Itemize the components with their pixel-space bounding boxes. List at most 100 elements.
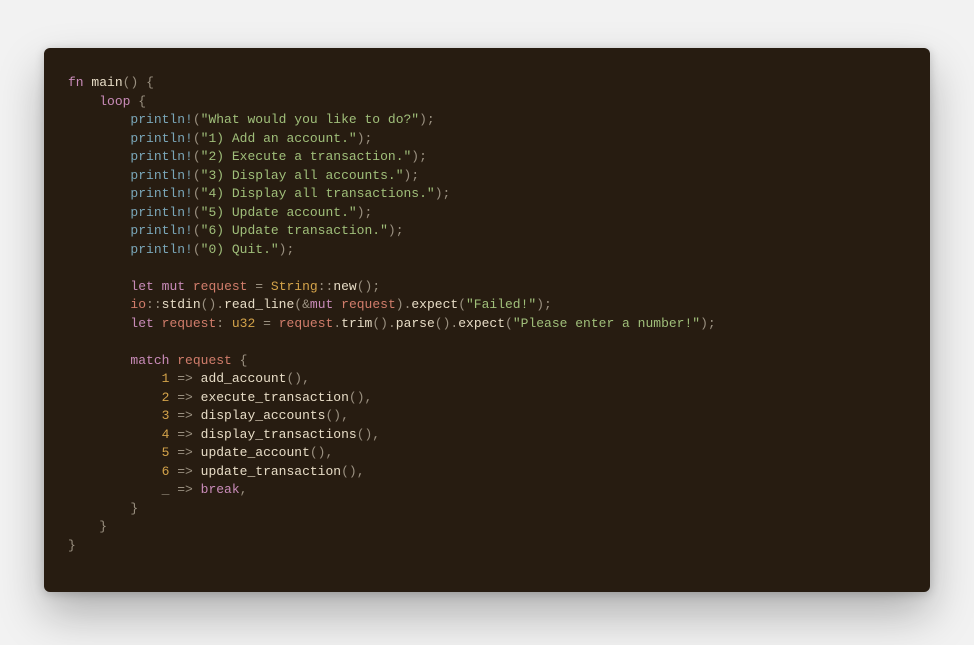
keyword-match: match (130, 353, 169, 368)
indent (68, 205, 130, 220)
punct: () (123, 75, 139, 90)
space (154, 316, 162, 331)
comma: , (302, 371, 310, 386)
semicolon: ; (544, 297, 552, 312)
parens: () (286, 371, 302, 386)
string-literal: "3) Display all accounts." (201, 168, 404, 183)
ident-trim: trim (341, 316, 372, 331)
path-sep: :: (146, 297, 162, 312)
indent (68, 371, 162, 386)
macro-bang: ! (185, 242, 193, 257)
ident-display-transactions: display_transactions (201, 427, 357, 442)
indent (68, 427, 162, 442)
semicolon: ; (419, 149, 427, 164)
ident-parse: parse (396, 316, 435, 331)
keyword-fn: fn (68, 75, 84, 90)
semicolon: ; (411, 168, 419, 183)
brace-open: { (146, 75, 154, 90)
paren-open: ( (458, 297, 466, 312)
fat-arrow: => (169, 371, 200, 386)
space (224, 316, 232, 331)
semicolon: ; (286, 242, 294, 257)
string-literal: "4) Display all transactions." (201, 186, 435, 201)
semicolon: ; (365, 131, 373, 146)
macro-println: println (130, 186, 185, 201)
ident-main: main (91, 75, 122, 90)
string-literal: "0) Quit." (201, 242, 279, 257)
brace-close: } (130, 501, 138, 516)
fat-arrow: => (169, 408, 200, 423)
semicolon: ; (708, 316, 716, 331)
semicolon: ; (396, 223, 404, 238)
paren-close: ) (411, 149, 419, 164)
macro-bang: ! (185, 149, 193, 164)
indent (68, 445, 162, 460)
paren-close: ) (435, 186, 443, 201)
ident-request: request (162, 316, 217, 331)
ident-expect: expect (458, 316, 505, 331)
ident-request: request (279, 316, 334, 331)
indent (68, 501, 130, 516)
paren-close: ) (396, 297, 404, 312)
ident-new: new (333, 279, 356, 294)
dot: . (333, 316, 341, 331)
macro-bang: ! (185, 131, 193, 146)
brace-close: } (68, 538, 76, 553)
ident-update-transaction: update_transaction (201, 464, 341, 479)
dot: . (216, 297, 224, 312)
paren-open: ( (193, 131, 201, 146)
ident-update-account: update_account (201, 445, 310, 460)
paren-open: ( (193, 168, 201, 183)
macro-bang: ! (185, 168, 193, 183)
ident-add-account: add_account (201, 371, 287, 386)
paren-open: ( (505, 316, 513, 331)
ident-stdin: stdin (162, 297, 201, 312)
macro-println: println (130, 149, 185, 164)
indent (68, 223, 130, 238)
space (185, 279, 193, 294)
keyword-let: let (130, 316, 153, 331)
indent (68, 519, 99, 534)
semicolon: ; (443, 186, 451, 201)
space (333, 297, 341, 312)
indent (68, 279, 130, 294)
semicolon: ; (365, 205, 373, 220)
indent (68, 464, 162, 479)
string-literal: "2) Execute a transaction." (201, 149, 412, 164)
keyword-break: break (201, 482, 240, 497)
keyword-mut: mut (162, 279, 185, 294)
brace-open: { (138, 94, 146, 109)
paren-open: ( (193, 242, 201, 257)
comma: , (341, 408, 349, 423)
paren-close: ) (700, 316, 708, 331)
ident-expect: expect (411, 297, 458, 312)
indent (68, 390, 162, 405)
keyword-loop: loop (99, 94, 130, 109)
indent (68, 149, 130, 164)
colon: : (216, 316, 224, 331)
macro-bang: ! (185, 186, 193, 201)
paren-open: ( (193, 112, 201, 127)
indent (68, 482, 162, 497)
string-literal: "Failed!" (466, 297, 536, 312)
indent (68, 168, 130, 183)
macro-println: println (130, 131, 185, 146)
indent (68, 353, 130, 368)
indent (68, 131, 130, 146)
parens: () (201, 297, 217, 312)
space (263, 279, 271, 294)
paren-close: ) (388, 223, 396, 238)
comma: , (357, 464, 365, 479)
brace-close: } (99, 519, 107, 534)
amp: & (302, 297, 310, 312)
macro-bang: ! (185, 205, 193, 220)
macro-bang: ! (185, 112, 193, 127)
paren-close: ) (536, 297, 544, 312)
brace-open: { (240, 353, 248, 368)
paren-open: ( (193, 186, 201, 201)
parens: () (341, 464, 357, 479)
macro-println: println (130, 242, 185, 257)
paren-close: ) (357, 131, 365, 146)
macro-bang: ! (185, 223, 193, 238)
paren-open: ( (193, 149, 201, 164)
